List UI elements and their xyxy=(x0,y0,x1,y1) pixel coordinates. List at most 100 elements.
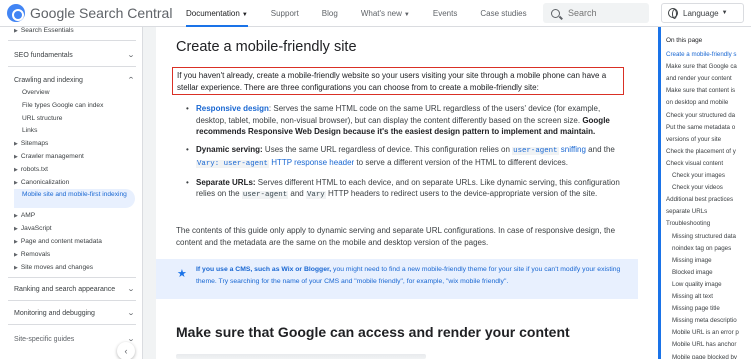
toc-item[interactable]: Check the placement of y xyxy=(666,148,736,156)
nav-documentation[interactable]: Documentation ▼ xyxy=(186,0,248,27)
sidebar-label: Removals xyxy=(20,251,51,258)
language-selector[interactable]: Language ▼ xyxy=(661,3,744,23)
site-logo[interactable]: Google Search Central xyxy=(7,4,172,22)
dynamic-text-2: and the xyxy=(585,144,615,154)
collapse-sidebar-button[interactable]: ‹ xyxy=(117,342,135,359)
sidebar-item-robots-txt[interactable]: ▶ robots.txt xyxy=(14,166,48,173)
toc-title: On this page xyxy=(666,37,703,44)
sidebar-item-amp[interactable]: ▶ AMP xyxy=(14,212,35,219)
cms-note-text: If you use a CMS, such as Wix or Blogger… xyxy=(196,264,626,288)
expand-arrow-icon: ▶ xyxy=(14,167,18,173)
sidebar-item-javascript[interactable]: ▶ JavaScript xyxy=(14,225,52,232)
nav-label: What's new xyxy=(360,9,402,18)
cms-note-box: ★ If you use a CMS, such as Wix or Blogg… xyxy=(156,259,638,299)
sidebar-item-url-structure[interactable]: URL structure xyxy=(22,115,62,122)
toc-item[interactable]: Put the same metadata o xyxy=(666,124,735,132)
sidebar-item-search-essentials[interactable]: ▶ Search Essentials xyxy=(14,27,74,34)
nav-blog[interactable]: Blog xyxy=(322,0,338,27)
toc-item[interactable]: Missing page title xyxy=(672,305,720,313)
sidebar-section-site-specific[interactable]: Site-specific guides ⌄ xyxy=(14,335,135,344)
vary-user-agent-code-link[interactable]: Vary: user-agent xyxy=(196,160,269,168)
config-list: Responsive design: Serves the same HTML … xyxy=(184,103,628,208)
toc-item[interactable]: Missing image xyxy=(672,257,712,265)
user-agent-code-link[interactable]: user-agent xyxy=(512,146,559,155)
main-content: Create a mobile-friendly site If you hav… xyxy=(156,27,638,359)
language-label: Language xyxy=(683,8,719,18)
top-nav: Documentation ▼ Support Blog What's new ▼ … xyxy=(186,0,550,27)
dynamic-title: Dynamic serving: xyxy=(196,144,263,154)
sniffing-link[interactable]: sniffing xyxy=(559,145,586,154)
expand-arrow-icon: ▶ xyxy=(14,141,18,147)
sidebar-item-mobile-site[interactable]: Mobile site and mobile-first indexing xyxy=(14,189,135,208)
sidebar-item-canonicalization[interactable]: ▶ Canonicalization xyxy=(14,179,69,186)
sidebar-item-page-metadata[interactable]: ▶ Page and content metadata xyxy=(14,238,102,245)
sidebar-item-links[interactable]: Links xyxy=(22,127,37,134)
search-box[interactable] xyxy=(543,3,649,23)
sidebar-label: Search Essentials xyxy=(20,27,74,34)
nav-label: Case studies xyxy=(480,9,527,18)
http-response-header-link[interactable]: HTTP response header xyxy=(269,158,354,167)
nav-label: Events xyxy=(432,9,458,18)
divider xyxy=(8,40,136,41)
toc-item[interactable]: Create a mobile-friendly s xyxy=(666,51,737,59)
sidebar-section-ranking[interactable]: Ranking and search appearance ⌄ xyxy=(14,285,135,294)
sidebar-item-sitemaps[interactable]: ▶ Sitemaps xyxy=(14,140,48,147)
chevron-up-icon: ⌃ xyxy=(126,77,136,84)
toc-item[interactable]: Check visual content xyxy=(666,160,723,168)
sidebar-item-crawler-management[interactable]: ▶ Crawler management xyxy=(14,153,84,160)
toc-item[interactable]: Low quality image xyxy=(672,281,722,289)
divider xyxy=(8,277,136,278)
page-title: Create a mobile-friendly site xyxy=(176,39,357,55)
expand-arrow-icon: ▶ xyxy=(14,180,18,186)
nav-whats-new[interactable]: What's new ▼ xyxy=(361,0,410,27)
toc-item[interactable]: Check your structured da xyxy=(666,112,735,120)
sidebar-item-site-moves[interactable]: ▶ Site moves and changes xyxy=(14,264,93,271)
toc-item[interactable]: Mobile page blocked by xyxy=(672,354,737,359)
toc-gutter xyxy=(638,27,657,359)
sidebar-label: Site-specific guides xyxy=(14,335,75,343)
nav-events[interactable]: Events xyxy=(433,0,457,27)
toc-item[interactable]: Blocked image xyxy=(672,269,713,277)
toc-item[interactable]: Check your images xyxy=(672,172,725,180)
sidebar-label: robots.txt xyxy=(20,166,48,173)
search-input[interactable] xyxy=(568,8,648,18)
toc-item[interactable]: versions of your site xyxy=(666,136,721,144)
toc-item[interactable]: Make sure that Google ca xyxy=(666,63,737,71)
sidebar-item-file-types[interactable]: File types Google can index xyxy=(22,102,103,109)
sidebar-section-monitoring[interactable]: Monitoring and debugging ⌄ xyxy=(14,309,136,318)
sidebar-label: Crawling and indexing xyxy=(14,76,83,84)
toc-item[interactable]: Missing alt text xyxy=(672,293,713,301)
expand-arrow-icon: ▶ xyxy=(14,28,18,34)
expand-arrow-icon: ▶ xyxy=(14,265,18,271)
toc-item[interactable]: on desktop and mobile xyxy=(666,99,728,107)
responsive-design-link[interactable]: Responsive design xyxy=(196,104,269,113)
toc-item[interactable]: Missing meta descriptio xyxy=(672,317,737,325)
sidebar-item-overview[interactable]: Overview xyxy=(22,89,49,96)
toc-item[interactable]: Make sure that content is xyxy=(666,87,735,95)
toc-item[interactable]: separate URLs xyxy=(666,208,707,216)
list-item-dynamic: Dynamic serving: Uses the same URL regar… xyxy=(184,144,628,171)
sidebar-label: Canonicalization xyxy=(20,179,70,186)
sidebar-item-removals[interactable]: ▶ Removals xyxy=(14,251,50,258)
vary-code: Vary xyxy=(305,191,326,199)
divider xyxy=(8,66,136,67)
sidebar-section-crawling-indexing[interactable]: Crawling and indexing ⌃ xyxy=(14,76,136,85)
toc-item[interactable]: Check your videos xyxy=(672,184,723,192)
toc-item[interactable]: noindex tag on pages xyxy=(672,245,731,253)
toc-item[interactable]: Mobile URL has anchor xyxy=(672,341,736,349)
toc-item[interactable]: Mobile URL is an error p xyxy=(672,329,739,337)
toc-item[interactable]: Additional best practices xyxy=(666,196,733,204)
sidebar-label: Site moves and changes xyxy=(20,264,94,271)
toc-item[interactable]: Missing structured data xyxy=(672,233,736,241)
sidebar-section-seo-fundamentals[interactable]: SEO fundamentals ⌄ xyxy=(14,51,136,60)
cms-note-bold: If you use a CMS, such as Wix or Blogger… xyxy=(196,266,332,273)
expand-arrow-icon: ▶ xyxy=(14,213,18,219)
nav-case-studies[interactable]: Case studies xyxy=(480,0,526,27)
nav-support[interactable]: Support xyxy=(271,0,299,27)
divider xyxy=(8,300,136,301)
chevron-down-icon: ⌄ xyxy=(126,310,136,317)
nav-label: Documentation xyxy=(186,9,240,18)
toc-item[interactable]: Troubleshooting xyxy=(666,220,710,228)
toc-item[interactable]: and render your content xyxy=(666,75,732,83)
chevron-down-icon: ⌄ xyxy=(126,52,136,59)
